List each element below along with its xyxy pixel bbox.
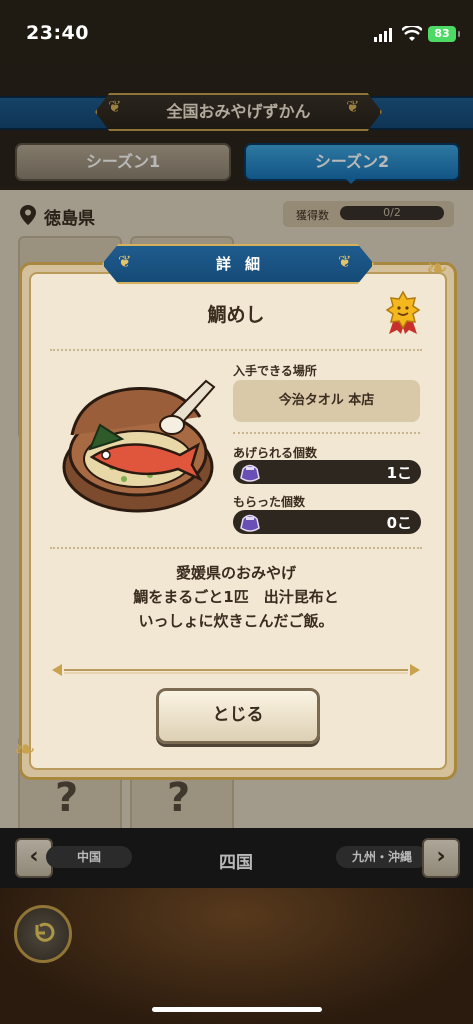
corner-ornament-icon: ❧ [426,254,448,284]
taimeshi-image [62,379,216,513]
divider [233,432,420,434]
medal-icon [385,290,421,334]
modal-title: 詳細 [102,244,374,284]
battery-icon: 83 [428,26,460,42]
corner-ornament-icon: ❧ [14,735,36,765]
close-button[interactable]: とじる [156,688,320,744]
divider [50,547,422,549]
description-line: いっしょに炊きこんだご飯。 [138,612,334,630]
obtain-location-label: 入手できる場所 [233,364,317,378]
gift-bag-icon [240,514,260,532]
item-name: 鯛めし [207,304,265,326]
ornament-icon: ❦ [118,252,132,271]
ornament-icon: ❦ [338,252,352,271]
gift-bag-icon [240,464,260,482]
home-indicator[interactable] [152,1007,322,1012]
giveable-count-label: あげられる個数 [233,446,318,460]
divider-ornament-icon [52,664,420,676]
received-count-label: もらった個数 [233,495,306,509]
received-count-value: 0こ [386,514,412,532]
wifi-icon [402,26,422,41]
status-time: 23:40 [26,22,89,44]
description-line: 愛媛県のおみやげ [175,564,296,582]
description-line: 鯛をまるごと1匹 出汁昆布と [133,588,339,606]
obtain-location-value: 今治タオル 本店 [233,380,420,422]
divider [50,349,422,351]
giveable-count-value: 1こ [386,464,412,482]
signal-icon [374,28,392,42]
